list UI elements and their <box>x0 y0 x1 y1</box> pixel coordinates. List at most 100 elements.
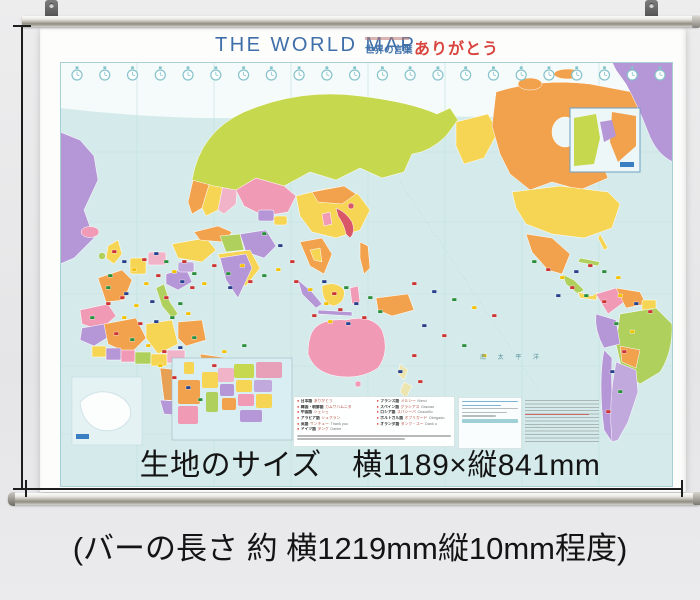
flag-marker <box>324 302 329 305</box>
phrase-legend-row: ●オランダ語ダンク・ユーDank u <box>377 422 452 428</box>
flag-marker <box>150 300 155 303</box>
flag-marker <box>170 316 175 319</box>
product-photo: THE WORLD MAP 世界の言葉 ありがとう <box>0 0 700 600</box>
flag-marker <box>198 398 203 401</box>
flag-marker <box>588 264 593 267</box>
flag-marker <box>546 268 551 271</box>
flag-marker <box>180 280 185 283</box>
flag-marker <box>112 250 117 253</box>
flag-marker <box>492 314 497 317</box>
flag-marker <box>134 304 139 307</box>
flag-marker <box>240 264 245 267</box>
flag-marker <box>106 302 111 305</box>
flag-marker <box>146 344 151 347</box>
flag-marker <box>556 294 561 297</box>
ocean-label: 南 太 平 洋 <box>480 352 544 361</box>
flag-marker <box>90 316 95 319</box>
flag-marker <box>560 276 565 279</box>
flag-marker <box>634 302 639 305</box>
flag-marker <box>616 276 621 279</box>
flag-marker <box>602 270 607 273</box>
flag-marker <box>114 332 119 335</box>
hook-hole-icon <box>49 3 54 8</box>
flag-marker <box>472 306 477 309</box>
flag-marker <box>248 280 253 283</box>
flag-marker <box>648 310 653 313</box>
flag-marker <box>422 324 427 327</box>
flag-marker <box>122 260 127 263</box>
flag-marker <box>154 320 159 323</box>
flag-marker <box>278 244 283 247</box>
flag-marker <box>228 286 233 289</box>
flag-marker <box>222 350 227 353</box>
height-dimension-line <box>21 25 23 490</box>
phrase-legend-notes <box>297 435 451 439</box>
bottom-hanging-bar <box>8 493 700 505</box>
flag-marker <box>192 272 197 275</box>
flag-marker <box>338 308 343 311</box>
flag-marker <box>162 350 167 353</box>
fabric-size-label: 生地のサイズ 横1189×縦841mm <box>55 440 685 484</box>
flag-marker <box>226 272 231 275</box>
flag-marker <box>294 280 299 283</box>
flag-marker <box>328 320 333 323</box>
flag-marker <box>172 376 177 379</box>
flag-marker <box>142 258 147 261</box>
flag-marker <box>172 270 177 273</box>
flag-marker <box>262 232 267 235</box>
flag-marker <box>574 270 579 273</box>
flag-marker <box>132 268 137 271</box>
flag-marker <box>362 316 367 319</box>
flag-marker <box>630 330 635 333</box>
map-notes-highlight <box>525 414 589 415</box>
flag-marker <box>186 386 191 389</box>
flag-marker <box>276 268 281 271</box>
flag-marker <box>354 302 359 305</box>
flag-marker <box>412 282 417 285</box>
flag-marker <box>164 260 169 263</box>
arctic-inset <box>570 108 640 172</box>
flag-marker <box>190 286 195 289</box>
flag-marker <box>622 350 627 353</box>
flag-marker <box>202 282 207 285</box>
flag-marker <box>122 316 127 319</box>
flag-marker <box>432 290 437 293</box>
phrase-legend-col1: ●日本語ありがとう●韓国・朝鮮語カムサハムニダ●中国語シェシェ●アラビア語シュク… <box>297 399 372 433</box>
flag-marker <box>322 280 327 283</box>
flag-marker <box>192 336 197 339</box>
flag-marker <box>154 252 159 255</box>
flag-marker <box>532 260 537 263</box>
flag-marker <box>124 292 129 295</box>
flag-marker <box>368 296 373 299</box>
map-poster-sheet: THE WORLD MAP 世界の言葉 ありがとう <box>40 27 686 492</box>
flag-marker <box>186 312 191 315</box>
bar-length-note: (バーの長さ 約 横1219mm縦10mm程度) <box>0 523 700 568</box>
flag-marker <box>290 260 295 263</box>
flag-marker <box>156 274 161 277</box>
flag-marker <box>570 286 575 289</box>
flag-marker <box>398 370 403 373</box>
world-map: 南 太 平 洋 ●日本語ありがとう●韓国・朝鮮語カムサハムニダ●中国語シェシェ●… <box>60 62 673 487</box>
flag-marker <box>312 314 317 317</box>
iceland-region <box>81 227 99 238</box>
poster-keyword: ありがとう <box>414 35 499 59</box>
tagline-micro-text <box>365 37 409 40</box>
flag-marker <box>178 302 183 305</box>
korea-region <box>322 212 332 226</box>
flag-marker <box>614 322 619 325</box>
flag-marker <box>138 322 143 325</box>
flag-marker <box>242 344 247 347</box>
flag-marker <box>452 298 457 301</box>
flag-marker <box>462 344 467 347</box>
flag-marker <box>178 346 183 349</box>
flag-marker <box>618 294 623 297</box>
flag-marker <box>130 338 135 341</box>
poster-subtitle-group: 世界の言葉 <box>365 36 415 56</box>
poster-subtitle: 世界の言葉 <box>365 42 415 56</box>
flag-marker <box>618 390 623 393</box>
flag-marker <box>308 288 313 291</box>
flag-marker <box>144 282 149 285</box>
flag-marker <box>412 354 417 357</box>
flag-marker <box>378 310 383 313</box>
flag-marker <box>418 380 423 383</box>
